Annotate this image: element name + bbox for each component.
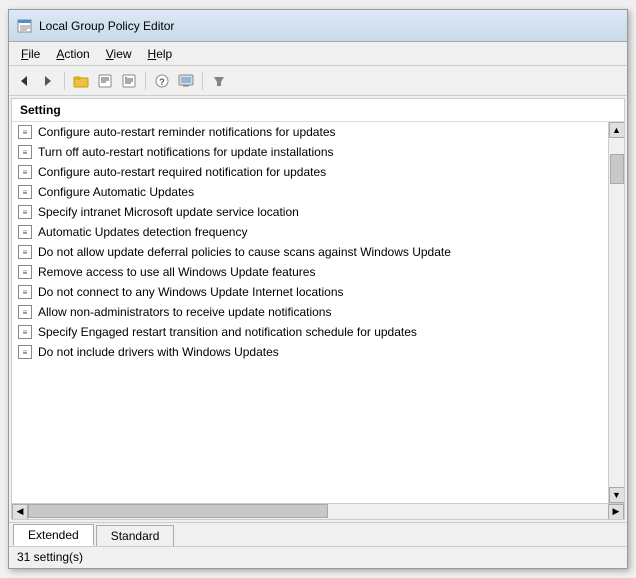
menu-file[interactable]: File xyxy=(13,45,48,63)
h-scroll-thumb[interactable] xyxy=(28,504,328,518)
status-bar: 31 setting(s) xyxy=(9,546,627,568)
title-bar: Local Group Policy Editor xyxy=(9,10,627,42)
list-item[interactable]: Turn off auto-restart notifications for … xyxy=(12,142,608,162)
tab-standard[interactable]: Standard xyxy=(96,525,175,546)
svg-text:?: ? xyxy=(159,77,165,87)
menu-bar: File Action View Help xyxy=(9,42,627,66)
vertical-scrollbar[interactable]: ▲ ▼ xyxy=(608,122,624,503)
content-panel: Setting Configure auto-restart reminder … xyxy=(11,98,625,520)
scroll-left-arrow[interactable]: ◀ xyxy=(12,504,28,520)
list-button[interactable] xyxy=(118,70,140,92)
setting-label: Do not connect to any Windows Update Int… xyxy=(38,285,344,299)
forward-button[interactable] xyxy=(37,70,59,92)
h-scroll-track[interactable] xyxy=(28,504,608,519)
setting-label: Configure auto-restart required notifica… xyxy=(38,165,326,179)
policy-icon xyxy=(18,205,32,219)
scroll-right-arrow[interactable]: ▶ xyxy=(608,504,624,520)
policy-icon xyxy=(18,245,32,259)
tabs-bar: Extended Standard xyxy=(9,522,627,546)
setting-label: Configure Automatic Updates xyxy=(38,185,194,199)
policy-icon xyxy=(18,185,32,199)
menu-help[interactable]: Help xyxy=(140,45,181,63)
setting-label: Configure auto-restart reminder notifica… xyxy=(38,125,336,139)
settings-list[interactable]: Configure auto-restart reminder notifica… xyxy=(12,122,608,503)
list-item[interactable]: Configure auto-restart required notifica… xyxy=(12,162,608,182)
toolbar: ? xyxy=(9,66,627,96)
scroll-track[interactable] xyxy=(610,138,624,487)
setting-label: Automatic Updates detection frequency xyxy=(38,225,247,239)
settings-scroll-area: Configure auto-restart reminder notifica… xyxy=(12,122,624,503)
list-item[interactable]: Do not connect to any Windows Update Int… xyxy=(12,282,608,302)
app-icon xyxy=(17,18,33,34)
properties-small-button[interactable] xyxy=(94,70,116,92)
folder-button[interactable] xyxy=(70,70,92,92)
menu-action[interactable]: Action xyxy=(48,45,97,63)
list-item[interactable]: Specify Engaged restart transition and n… xyxy=(12,322,608,342)
policy-icon xyxy=(18,285,32,299)
toolbar-separator-3 xyxy=(202,72,203,90)
setting-label: Do not allow update deferral policies to… xyxy=(38,245,451,259)
export-button[interactable] xyxy=(175,70,197,92)
tab-extended[interactable]: Extended xyxy=(13,524,94,546)
back-button[interactable] xyxy=(13,70,35,92)
help-button[interactable]: ? xyxy=(151,70,173,92)
policy-icon xyxy=(18,305,32,319)
policy-icon xyxy=(18,125,32,139)
policy-icon xyxy=(18,145,32,159)
setting-label: Do not include drivers with Windows Upda… xyxy=(38,345,279,359)
setting-label: Specify Engaged restart transition and n… xyxy=(38,325,417,339)
list-item[interactable]: Specify intranet Microsoft update servic… xyxy=(12,202,608,222)
toolbar-separator-2 xyxy=(145,72,146,90)
horizontal-scrollbar[interactable]: ◀ ▶ xyxy=(12,503,624,519)
settings-column-header: Setting xyxy=(12,99,624,122)
policy-icon xyxy=(18,345,32,359)
toolbar-separator-1 xyxy=(64,72,65,90)
menu-view[interactable]: View xyxy=(98,45,140,63)
policy-icon xyxy=(18,265,32,279)
status-text: 31 setting(s) xyxy=(17,550,83,564)
policy-icon xyxy=(18,225,32,239)
list-item[interactable]: Configure Automatic Updates xyxy=(12,182,608,202)
main-window: Local Group Policy Editor File Action Vi… xyxy=(8,9,628,569)
filter-button[interactable] xyxy=(208,70,230,92)
policy-icon xyxy=(18,165,32,179)
scroll-up-arrow[interactable]: ▲ xyxy=(609,122,625,138)
setting-label: Remove access to use all Windows Update … xyxy=(38,265,315,279)
policy-icon xyxy=(18,325,32,339)
setting-label: Specify intranet Microsoft update servic… xyxy=(38,205,299,219)
setting-label: Turn off auto-restart notifications for … xyxy=(38,145,334,159)
scroll-down-arrow[interactable]: ▼ xyxy=(609,487,625,503)
bottom-area: Extended Standard 31 setting(s) xyxy=(9,522,627,568)
window-title: Local Group Policy Editor xyxy=(39,19,174,33)
setting-label: Allow non-administrators to receive upda… xyxy=(38,305,331,319)
list-item[interactable]: Do not allow update deferral policies to… xyxy=(12,242,608,262)
list-item[interactable]: Automatic Updates detection frequency xyxy=(12,222,608,242)
scroll-thumb[interactable] xyxy=(610,154,624,184)
main-area: Setting Configure auto-restart reminder … xyxy=(9,96,627,522)
list-item[interactable]: Allow non-administrators to receive upda… xyxy=(12,302,608,322)
list-item[interactable]: Remove access to use all Windows Update … xyxy=(12,262,608,282)
list-item[interactable]: Do not include drivers with Windows Upda… xyxy=(12,342,608,362)
list-item[interactable]: Configure auto-restart reminder notifica… xyxy=(12,122,608,142)
